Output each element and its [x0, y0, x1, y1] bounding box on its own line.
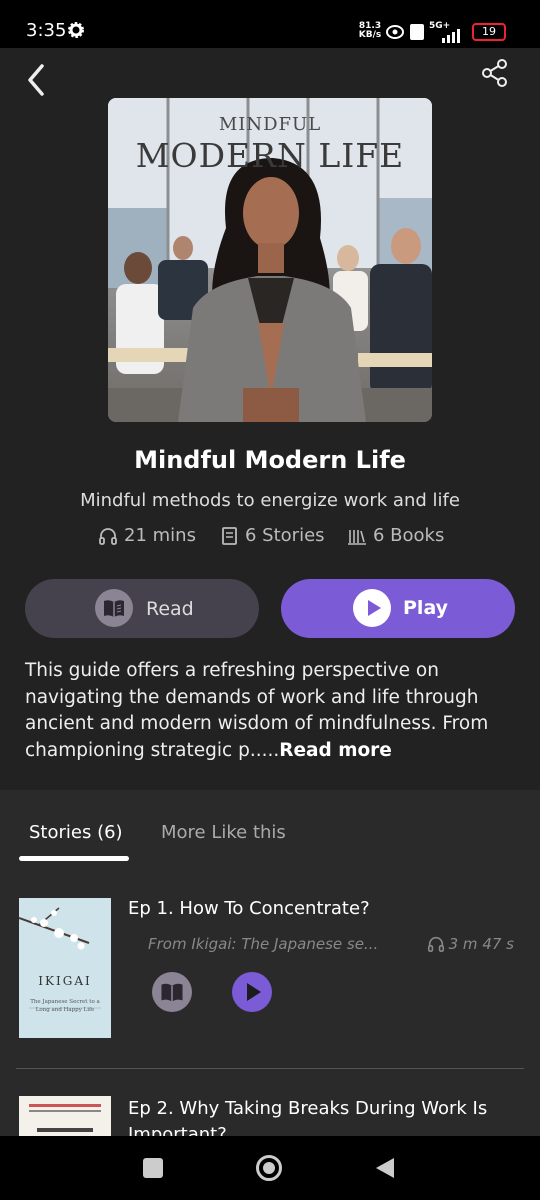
duration-meta: 21 mins — [98, 525, 196, 546]
thumb-decoration — [29, 1110, 101, 1112]
play-icon — [368, 600, 381, 616]
play-button[interactable]: Play — [281, 579, 515, 638]
recents-button[interactable] — [143, 1158, 163, 1178]
status-icons: 81.3 KB/s 5G+ 19 — [358, 21, 508, 47]
book-cover-image: MINDFUL MODERN LIFE — [108, 98, 432, 422]
battery-icon: 19 — [472, 23, 506, 41]
share-icon — [482, 59, 507, 87]
books-text: 6 Books — [373, 525, 445, 546]
episode-1-play-button[interactable] — [232, 972, 272, 1012]
tab-stories[interactable]: Stories (6) — [29, 822, 123, 843]
settings-gear-icon — [68, 22, 84, 42]
thumb-decoration — [29, 1104, 101, 1107]
play-button-label: Play — [403, 597, 449, 619]
system-nav-bar — [0, 1136, 540, 1200]
books-meta: 6 Books — [347, 525, 444, 546]
episode-1-title[interactable]: Ep 1. How To Concentrate? — [128, 898, 370, 919]
book-subtitle: Mindful methods to energize work and lif… — [80, 490, 460, 511]
home-button[interactable] — [256, 1155, 282, 1181]
episode-1-duration-text: 3 m 47 s — [448, 935, 514, 953]
thumb-decoration — [37, 1128, 93, 1132]
episode-1-duration: 3 m 47 s — [427, 935, 514, 953]
active-tab-indicator — [19, 856, 129, 861]
home-dot-icon — [263, 1162, 275, 1174]
back-button[interactable] — [22, 62, 52, 98]
ikigai-cover-art — [19, 907, 101, 1009]
play-icon-circle — [353, 589, 391, 627]
play-icon — [247, 983, 261, 1001]
book-description: This guide offers a refreshing perspecti… — [25, 658, 520, 764]
book-title: Mindful Modern Life — [134, 446, 406, 474]
read-button[interactable]: Read — [25, 579, 259, 638]
battery-level: 19 — [482, 25, 496, 38]
open-book-icon — [104, 600, 124, 617]
status-time: 3:35 — [26, 20, 67, 41]
hotspot-icon — [386, 24, 404, 44]
cover-title-line2: MODERN LIFE — [135, 136, 405, 175]
back-arrow-icon — [28, 64, 44, 96]
episode-separator — [16, 1068, 524, 1069]
status-bar: 3:35 81.3 KB/s 5G+ 19 — [0, 0, 540, 48]
read-more-link[interactable]: Read more — [279, 740, 392, 761]
back-nav-button[interactable] — [374, 1156, 396, 1184]
read-button-label: Read — [146, 598, 194, 620]
episode-1-thumb-title: IKIGAI — [38, 974, 92, 988]
document-icon — [222, 526, 237, 545]
episode-1-read-button[interactable] — [152, 972, 192, 1012]
open-book-icon — [161, 983, 183, 1002]
books-icon — [348, 529, 366, 545]
read-icon-circle — [95, 589, 133, 627]
headphones-icon — [99, 527, 117, 545]
stories-text: 6 Stories — [245, 525, 325, 546]
episode-1-thumb-subtitle: The Japanese Secret to a Long and Happy … — [30, 999, 100, 1013]
speed-unit: KB/s — [358, 30, 382, 40]
signal-icon — [430, 28, 464, 47]
stories-meta: 6 Stories — [221, 525, 325, 546]
tab-more-like-this[interactable]: More Like this — [161, 822, 286, 843]
back-triangle-icon — [376, 1158, 394, 1178]
cover-title-line1: MINDFUL — [218, 114, 322, 135]
episode-1-thumbnail[interactable]: IKIGAI The Japanese Secret to a Long and… — [19, 898, 111, 1038]
share-button[interactable] — [480, 58, 510, 88]
duration-text: 21 mins — [124, 525, 196, 546]
episode-1-source: From Ikigai: The Japanese se... — [148, 935, 379, 953]
description-text: This guide offers a refreshing perspecti… — [25, 660, 489, 761]
headphones-icon — [427, 936, 444, 953]
volte-icon — [410, 24, 424, 40]
